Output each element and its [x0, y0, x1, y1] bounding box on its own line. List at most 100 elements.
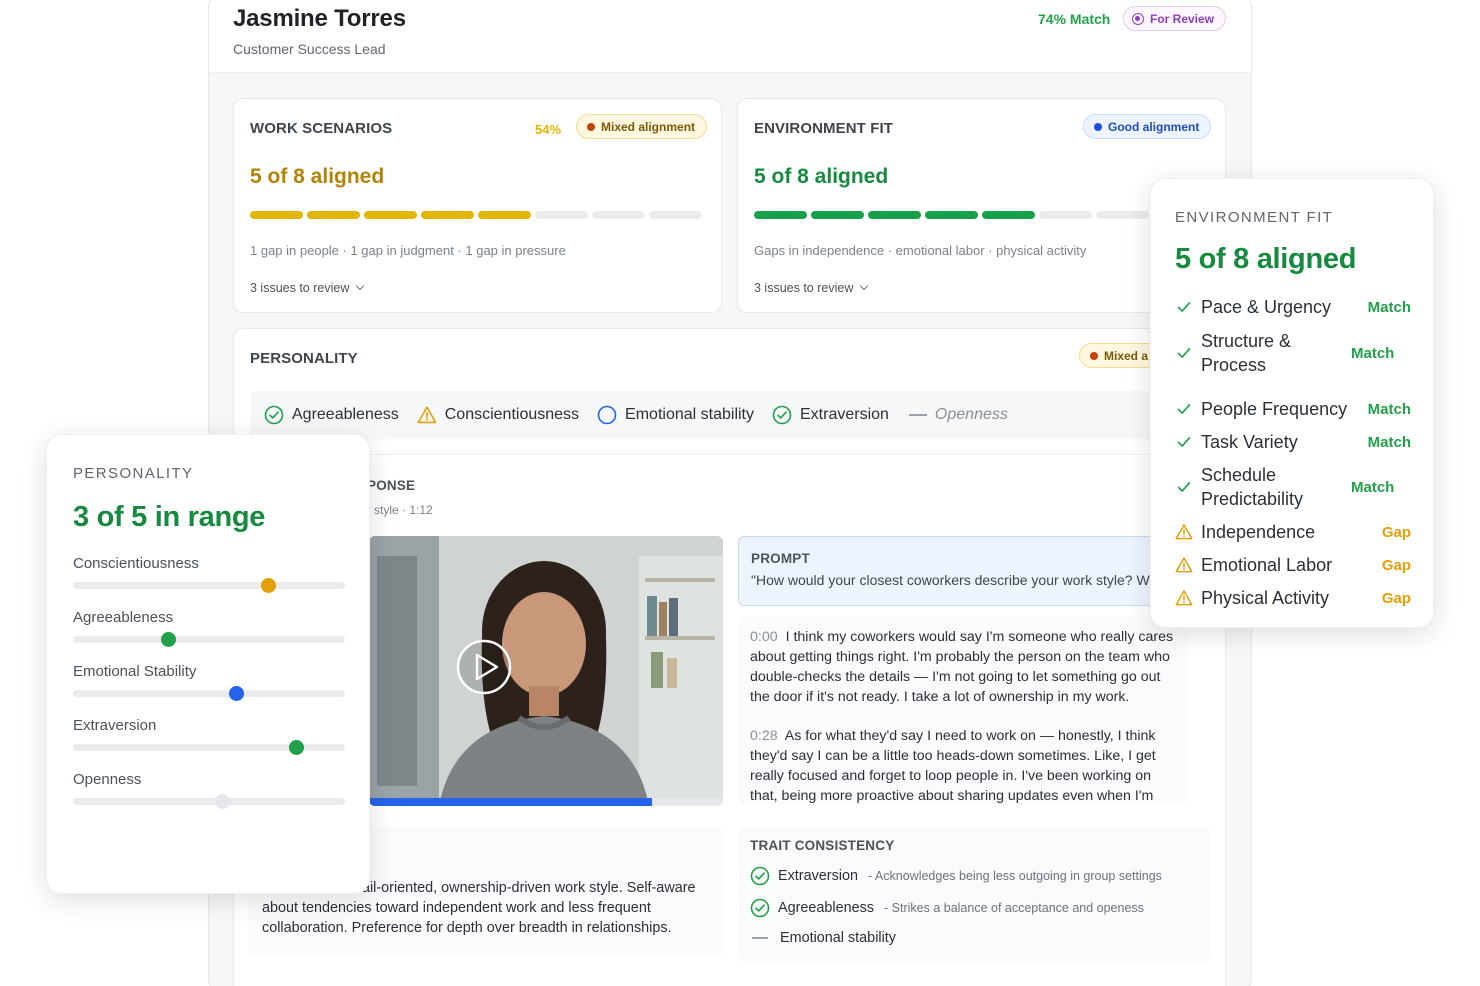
progress-segment	[1096, 211, 1149, 219]
slider-track[interactable]	[73, 578, 345, 593]
slider-emotional-stability[interactable]: Emotional Stability	[73, 663, 345, 701]
slider-knob[interactable]	[288, 740, 304, 755]
check-icon	[1177, 302, 1191, 312]
trait-extraversion[interactable]: Extraversion	[772, 405, 889, 425]
trait-label: Agreeableness	[292, 406, 399, 423]
progress-segment	[754, 211, 807, 219]
trait-label: Conscientiousness	[444, 406, 580, 423]
consistency-row-extraversion: Extraversion - Acknowledges being less o…	[750, 866, 1162, 886]
status-dot-icon	[587, 122, 595, 131]
video-player[interactable]	[369, 536, 723, 806]
environment-row-name: Task Variety	[1201, 432, 1298, 452]
trait-label: Extraversion	[800, 406, 889, 423]
dash-icon	[752, 937, 768, 939]
progress-segment	[811, 211, 864, 219]
environment-row-status: Gap	[1381, 589, 1411, 607]
status-dot-icon	[1090, 351, 1098, 360]
progress-segment	[925, 211, 978, 219]
work-scenarios-issues-toggle[interactable]: 3 issues to review	[250, 281, 365, 295]
slider-knob[interactable]	[160, 632, 176, 647]
progress-segment	[592, 211, 645, 219]
trait-consistency: TRAIT CONSISTENCY Extraversion - Acknowl…	[738, 826, 1210, 964]
check-circle-icon	[750, 866, 770, 886]
transcript-segment[interactable]: 0:28 As for what they'd say I need to wo…	[750, 726, 1178, 805]
warning-icon	[1175, 524, 1193, 540]
transcript-text: As for what they'd say I need to work on…	[750, 728, 1156, 804]
slider-track[interactable]	[73, 686, 345, 701]
environment-row: Pace & Urgency Match	[1175, 295, 1411, 319]
progress-segment	[307, 211, 360, 219]
work-scenarios-percent: 54%	[535, 122, 562, 137]
divider	[234, 454, 1225, 455]
check-icon	[1177, 482, 1191, 492]
environment-fit-issues-toggle[interactable]: 3 issues to review	[754, 281, 869, 295]
slider-conscientiousness[interactable]: Conscientiousness	[73, 555, 345, 593]
video-progress-bar[interactable]	[369, 798, 723, 806]
trait-conscientiousness[interactable]: Conscientiousness	[417, 405, 579, 425]
transcript-segment[interactable]: 0:00 I think my coworkers would say I'm …	[750, 627, 1178, 707]
consistency-note: - Acknowledges being less outgoing in gr…	[867, 869, 1162, 883]
progress-segment	[535, 211, 588, 219]
environment-row-name: Schedule Predictability	[1201, 465, 1304, 509]
slider-openness[interactable]: Openness	[73, 771, 345, 809]
trait-emotional-stability[interactable]: Emotional stability	[597, 405, 754, 425]
target-icon	[1132, 12, 1144, 25]
environment-row: Schedule Predictability Match	[1175, 463, 1411, 511]
slider-knob[interactable]	[215, 794, 231, 809]
environment-row-status: Match	[1367, 433, 1411, 451]
environment-row: Independence Gap	[1175, 520, 1411, 544]
consistency-trait: Agreeableness	[778, 900, 875, 916]
slider-track[interactable]	[73, 740, 345, 755]
environment-row-name: Pace & Urgency	[1201, 297, 1332, 317]
slider-label: Conscientiousness	[73, 555, 199, 572]
good-alignment-badge: Good alignment	[1083, 114, 1212, 139]
timestamp[interactable]: 0:28	[750, 728, 778, 744]
consistency-row-agreeableness: Agreeableness - Strikes a balance of acc…	[750, 898, 1144, 918]
check-circle-icon	[772, 405, 792, 425]
video-frame	[369, 536, 723, 806]
trait-consistency-title: TRAIT CONSISTENCY	[750, 838, 895, 853]
issues-label: 3 issues to review	[754, 281, 854, 295]
review-status-button[interactable]: For Review	[1123, 6, 1227, 31]
badge-label: Mixed alignment	[601, 119, 696, 134]
consistency-row-emotional-stability: Emotional stability	[750, 930, 896, 946]
work-scenarios-gaps: 1 gap in people · 1 gap in judgment · 1 …	[250, 243, 566, 258]
personality-card-title: PERSONALITY	[73, 465, 194, 482]
environment-row-status: Match	[1367, 298, 1411, 316]
response-meta: style · 1:12	[374, 503, 433, 517]
timestamp[interactable]: 0:00	[750, 629, 778, 645]
environment-fit-gaps: Gaps in independence · emotional labor ·…	[754, 243, 1087, 258]
candidate-header: Jasmine Torres Customer Success Lead 74%…	[209, 0, 1251, 73]
environment-row-name: Emotional Labor	[1201, 555, 1333, 575]
trait-label: Emotional stability	[625, 406, 754, 423]
consistency-note: - Strikes a balance of acceptance and op…	[884, 901, 1144, 915]
match-percent: 74% Match	[1038, 11, 1111, 27]
environment-summary-card: ENVIRONMENT FIT 5 of 8 aligned Pace & Ur…	[1150, 178, 1434, 628]
environment-row-status: Match	[1351, 344, 1395, 362]
environment-row-name: Physical Activity	[1201, 588, 1330, 608]
video-progress-fill	[369, 798, 653, 806]
slider-knob[interactable]	[228, 686, 244, 701]
slider-knob[interactable]	[261, 578, 277, 593]
response-title: PONSE	[367, 478, 416, 493]
badge-label: Mixed a	[1104, 348, 1149, 363]
progress-segment	[421, 211, 474, 219]
personality-card-stat: 3 of 5 in range	[73, 501, 266, 533]
personality-traits-row: Agreeableness Conscientiousness Emotiona…	[250, 391, 1210, 439]
environment-row-status: Match	[1367, 400, 1411, 418]
progress-segment	[364, 211, 417, 219]
slider-track[interactable]	[73, 794, 345, 809]
slider-track[interactable]	[73, 632, 345, 647]
environment-card-stat: 5 of 8 aligned	[1175, 243, 1357, 275]
environment-row-status: Gap	[1381, 523, 1411, 541]
environment-row: Emotional Labor Gap	[1175, 553, 1411, 577]
check-circle-icon	[264, 405, 284, 425]
trait-openness[interactable]: Openness	[907, 406, 1008, 424]
environment-row-name: Independence	[1201, 522, 1316, 542]
prompt-box: PROMPT "How would your closest coworkers…	[738, 536, 1178, 606]
slider-agreeableness[interactable]: Agreeableness	[73, 609, 345, 647]
prompt-text: "How would your closest coworkers descri…	[751, 572, 1150, 588]
check-icon	[1177, 404, 1191, 414]
slider-extraversion[interactable]: Extraversion	[73, 717, 345, 755]
trait-agreeableness[interactable]: Agreeableness	[264, 405, 399, 425]
